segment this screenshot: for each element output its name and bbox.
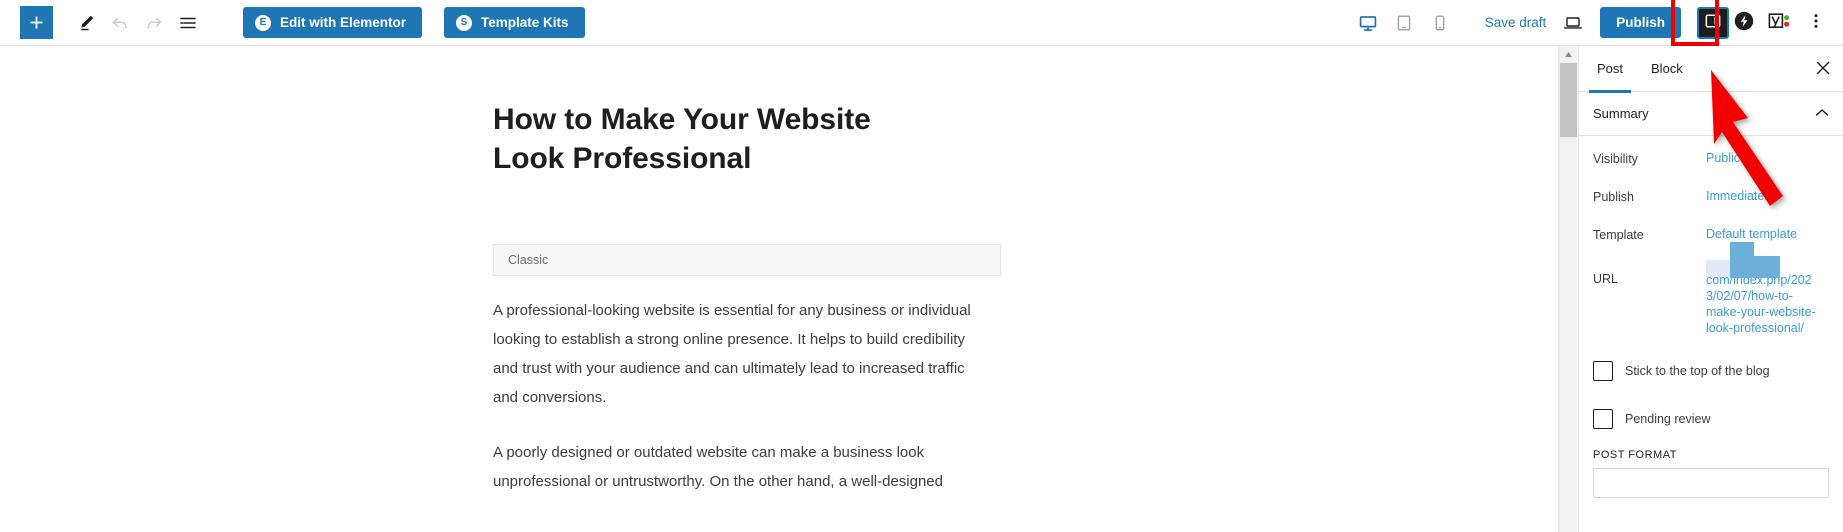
tools-pencil-button[interactable]: [69, 5, 103, 41]
save-draft-button[interactable]: Save draft: [1475, 15, 1557, 30]
edit-with-elementor-button[interactable]: E Edit with Elementor: [243, 7, 423, 38]
device-tablet-button[interactable]: [1387, 5, 1421, 41]
elementor-bolt-icon: [1733, 10, 1755, 35]
checkbox-pending-review-label: Pending review: [1625, 412, 1711, 426]
elementor-plugin-button[interactable]: [1729, 7, 1759, 39]
undo-button[interactable]: [103, 5, 137, 41]
summary-section-title: Summary: [1593, 106, 1649, 121]
desktop-monitor-icon: [1358, 13, 1378, 33]
toolbar-right-group: Save draft Publish: [1351, 0, 1843, 46]
paragraph-block[interactable]: A poorly designed or outdated website ca…: [493, 438, 993, 496]
tab-block[interactable]: Block: [1637, 46, 1697, 92]
sidebar-tab-bar: Post Block: [1579, 46, 1843, 93]
row-visibility: Visibility Public: [1579, 150, 1843, 188]
pencil-icon: [77, 13, 96, 32]
classic-block-placeholder[interactable]: Classic: [493, 244, 1001, 276]
scrollbar-thumb[interactable]: [1560, 63, 1577, 137]
template-value-button[interactable]: Default template: [1706, 226, 1797, 242]
checkbox-stick-to-top[interactable]: Stick to the top of the blog: [1579, 355, 1843, 387]
checkbox-box-icon: [1593, 361, 1613, 381]
publish-button[interactable]: Publish: [1600, 7, 1681, 38]
scroll-up-arrow-icon: [1564, 45, 1573, 63]
plus-icon: [28, 14, 45, 31]
settings-sidebar-toggle-button[interactable]: [1697, 6, 1729, 39]
paragraph-block[interactable]: A professional-looking website is essent…: [493, 296, 993, 412]
url-redaction-block: [1730, 242, 1754, 278]
summary-section-header[interactable]: Summary: [1579, 92, 1843, 136]
edit-with-elementor-label: Edit with Elementor: [280, 15, 407, 30]
add-block-button[interactable]: [20, 6, 53, 39]
device-preview-group: [1351, 5, 1457, 41]
chevron-up-icon: [1815, 105, 1829, 123]
visibility-value-button[interactable]: Public: [1706, 150, 1740, 166]
post-settings-sidebar: Post Block Summary Visibility Public Pub…: [1578, 46, 1843, 532]
tab-post[interactable]: Post: [1583, 46, 1637, 93]
post-format-heading: POST FORMAT: [1593, 449, 1677, 461]
template-kits-logo-icon: S: [456, 14, 473, 31]
wordpress-block-editor: E Edit with Elementor S Template Kits Sa…: [0, 0, 1843, 532]
url-value-button[interactable]: com/index.php/2023/02/07/how-to-make-you…: [1706, 272, 1816, 336]
classic-block-label: Classic: [508, 253, 549, 267]
elementor-logo-icon: E: [255, 14, 271, 31]
mobile-phone-icon: [1430, 13, 1450, 33]
toolbar-left-group: E Edit with Elementor S Template Kits: [0, 0, 585, 46]
tablet-icon: [1394, 13, 1414, 33]
row-url: URL com/index.php/2023/02/07/how-to-make…: [1579, 242, 1843, 337]
document-outline-icon: [178, 13, 198, 33]
yoast-seo-icon: [1767, 10, 1793, 35]
visibility-label: Visibility: [1593, 152, 1638, 166]
url-label: URL: [1593, 272, 1619, 286]
editor-scrollbar[interactable]: [1558, 46, 1577, 532]
device-desktop-button[interactable]: [1351, 5, 1385, 41]
post-format-select[interactable]: [1593, 468, 1829, 498]
close-sidebar-button[interactable]: [1811, 57, 1835, 81]
template-label: Template: [1593, 228, 1644, 242]
editor-top-toolbar: E Edit with Elementor S Template Kits Sa…: [0, 0, 1843, 46]
checkbox-pending-review[interactable]: Pending review: [1579, 403, 1843, 435]
post-document: How to Make Your Website Look Profession…: [493, 46, 1001, 496]
scroll-up-button[interactable]: [1559, 46, 1577, 62]
checkbox-stick-to-top-label: Stick to the top of the blog: [1625, 364, 1770, 378]
url-redaction-block: [1754, 256, 1780, 278]
laptop-preview-icon: [1562, 13, 1584, 33]
row-publish: Publish Immediately: [1579, 188, 1843, 226]
redo-button[interactable]: [137, 5, 171, 41]
publish-label: Publish: [1593, 190, 1634, 204]
post-title[interactable]: How to Make Your Website Look Profession…: [493, 100, 893, 178]
list-view-button[interactable]: [171, 5, 205, 41]
url-redaction-block: [1706, 260, 1730, 277]
editor-canvas[interactable]: How to Make Your Website Look Profession…: [0, 46, 1558, 532]
close-x-icon: [1816, 61, 1830, 78]
publish-value-button[interactable]: Immediately: [1706, 188, 1773, 204]
template-kits-button[interactable]: S Template Kits: [444, 7, 585, 38]
settings-sidebar-panel-icon: [1704, 12, 1722, 33]
yoast-seo-button[interactable]: [1765, 7, 1795, 39]
url-value-wrapper: com/index.php/2023/02/07/how-to-make-you…: [1706, 242, 1818, 337]
more-options-button[interactable]: [1803, 7, 1829, 39]
preview-button[interactable]: [1556, 5, 1590, 41]
device-mobile-button[interactable]: [1423, 5, 1457, 41]
checkbox-box-icon: [1593, 409, 1613, 429]
three-dots-vertical-icon: [1807, 11, 1825, 34]
row-template: Template Default template: [1579, 226, 1843, 264]
redo-arrow-icon: [144, 13, 164, 33]
template-kits-label: Template Kits: [481, 15, 569, 30]
undo-arrow-icon: [110, 13, 130, 33]
